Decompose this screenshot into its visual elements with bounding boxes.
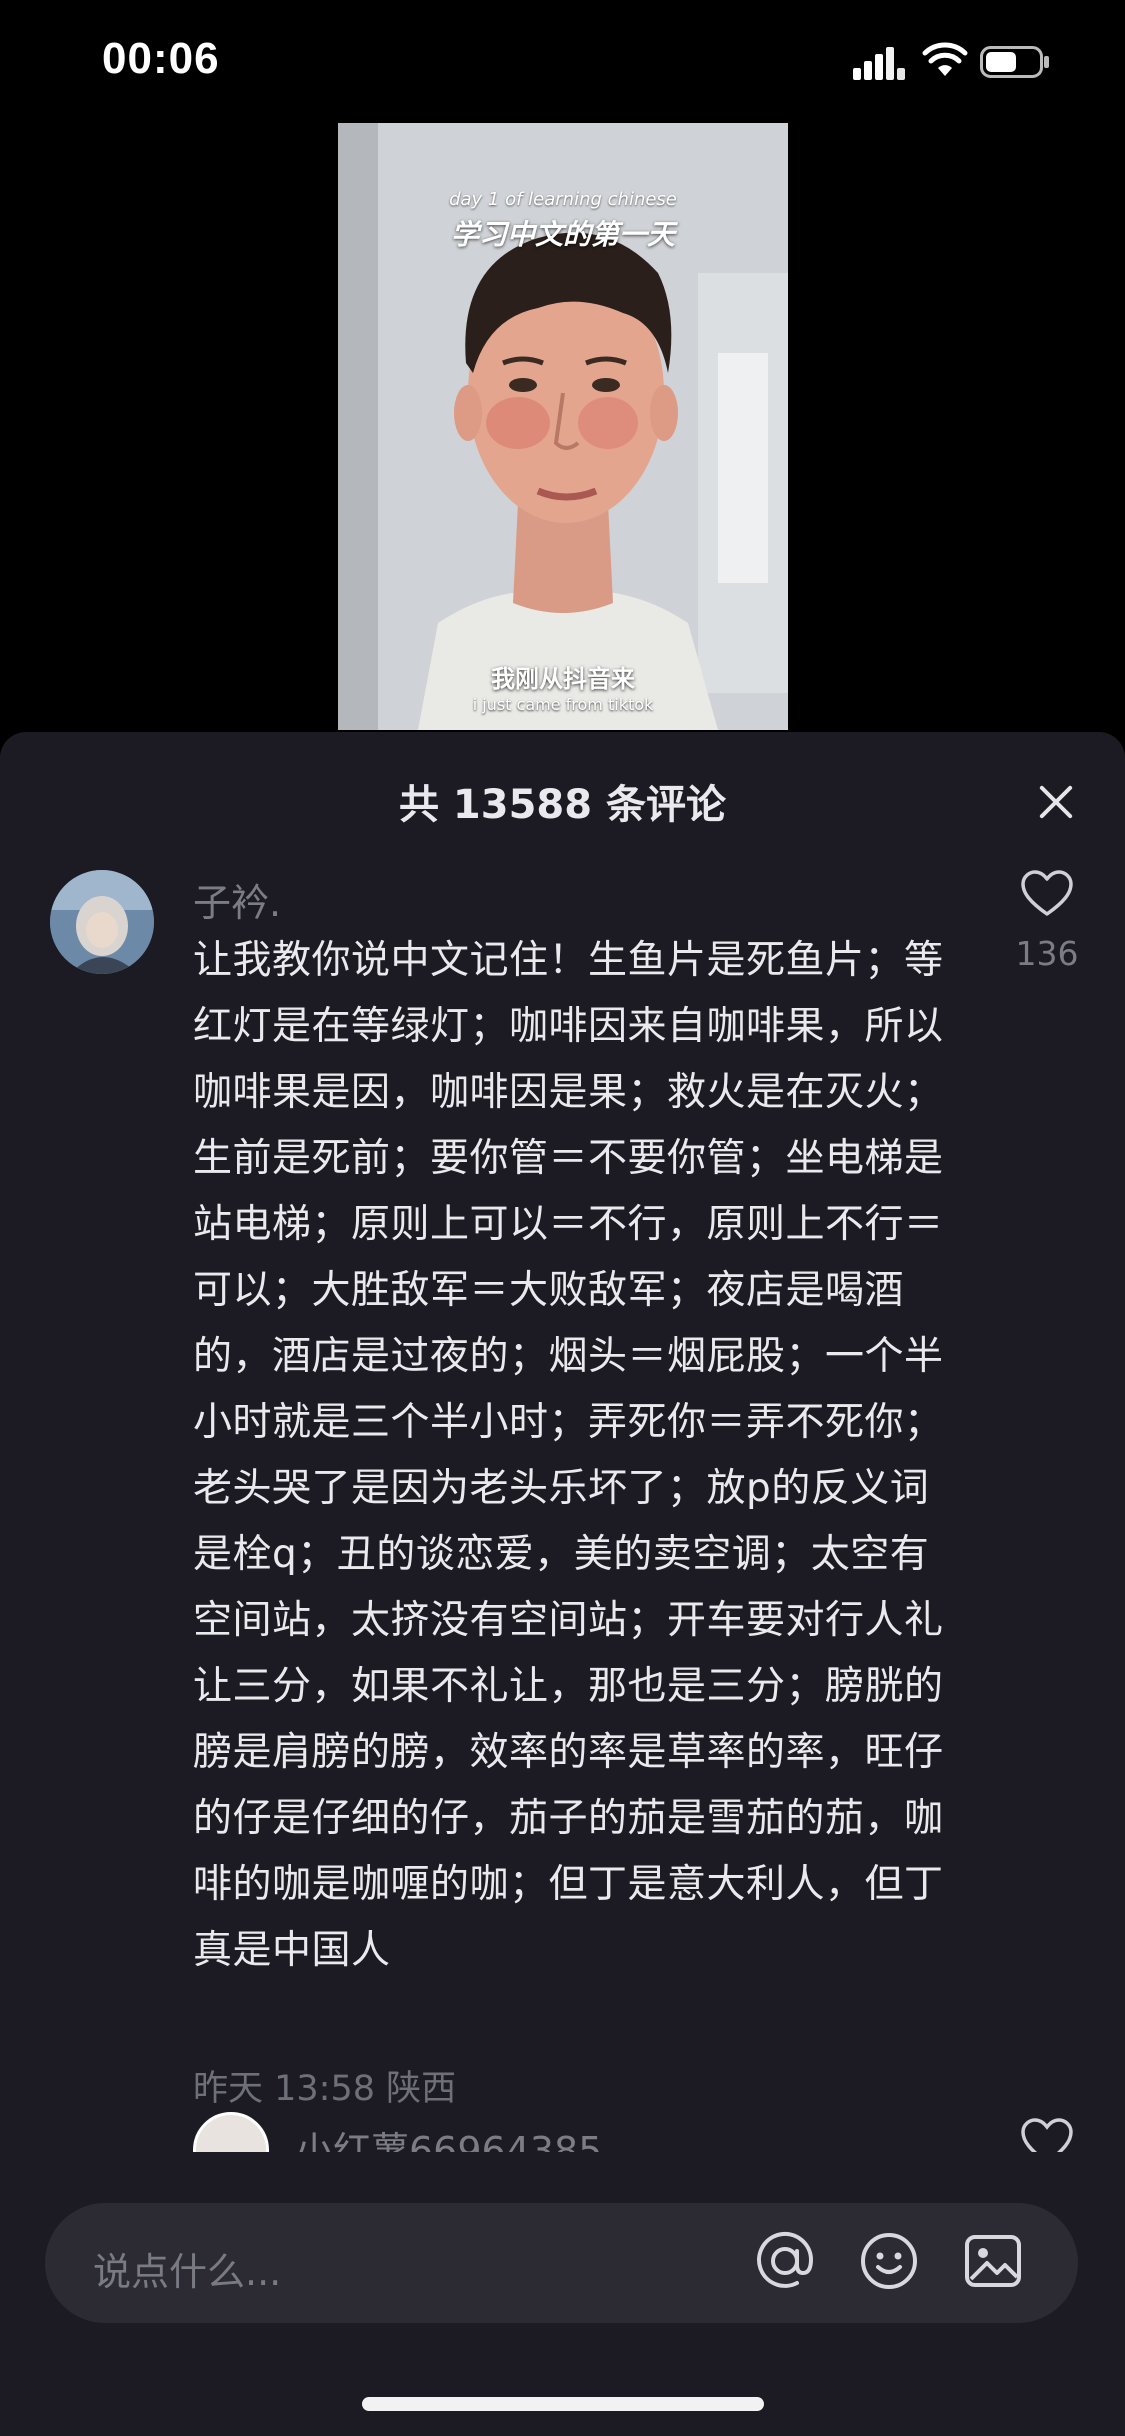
status-bar: 00:06	[0, 0, 1125, 130]
comment-username[interactable]: 小红薯66964385	[295, 2120, 602, 2152]
emoji-icon[interactable]	[857, 2229, 921, 2293]
comments-sheet: 共 13588 条评论 子衿. 让我教你说中文记住！生鱼片是死鱼片；等红灯是在等…	[0, 732, 1125, 2436]
comment-text: 让我教你说中文记住！生鱼片是死鱼片；等红灯是在等绿灯；咖啡因来自咖啡果，所以咖啡…	[193, 938, 944, 1973]
video-player[interactable]: day 1 of learning chinese 学习中文的第一天 我刚从抖音…	[338, 123, 788, 730]
battery-icon	[980, 46, 1049, 78]
comments-header: 共 13588 条评论	[0, 732, 1125, 864]
avatar-image	[50, 870, 154, 974]
avatar[interactable]	[193, 2112, 269, 2152]
video-caption-chinese-bottom: 我刚从抖音来	[491, 665, 635, 693]
list-item: 小红薯66964385	[0, 2112, 1125, 2152]
heart-icon[interactable]	[1020, 870, 1074, 918]
image-icon[interactable]	[961, 2229, 1025, 2293]
video-caption-chinese-top: 学习中文的第一天	[450, 218, 675, 251]
like-count: 136	[1015, 934, 1079, 973]
comment-time-location: 昨天 13:58 陕西	[193, 2069, 457, 2109]
comments-count-title: 共 13588 条评论	[398, 782, 726, 828]
video-caption-english-bottom: i just came from tiktok	[472, 695, 654, 714]
heart-icon[interactable]	[1020, 2118, 1074, 2152]
comment-username[interactable]: 子衿.	[193, 872, 281, 927]
avatar[interactable]	[50, 870, 154, 974]
cellular-signal-icon	[853, 47, 905, 80]
wifi-icon	[922, 42, 968, 76]
close-icon[interactable]	[1030, 776, 1082, 828]
comment-input[interactable]: 说点什么...	[45, 2203, 1078, 2323]
at-icon[interactable]	[753, 2229, 817, 2293]
home-indicator[interactable]	[362, 2397, 764, 2411]
comment-input-placeholder: 说点什么...	[93, 2250, 282, 2294]
status-time: 00:06	[102, 34, 220, 83]
video-caption-english-top: day 1 of learning chinese	[449, 189, 677, 210]
